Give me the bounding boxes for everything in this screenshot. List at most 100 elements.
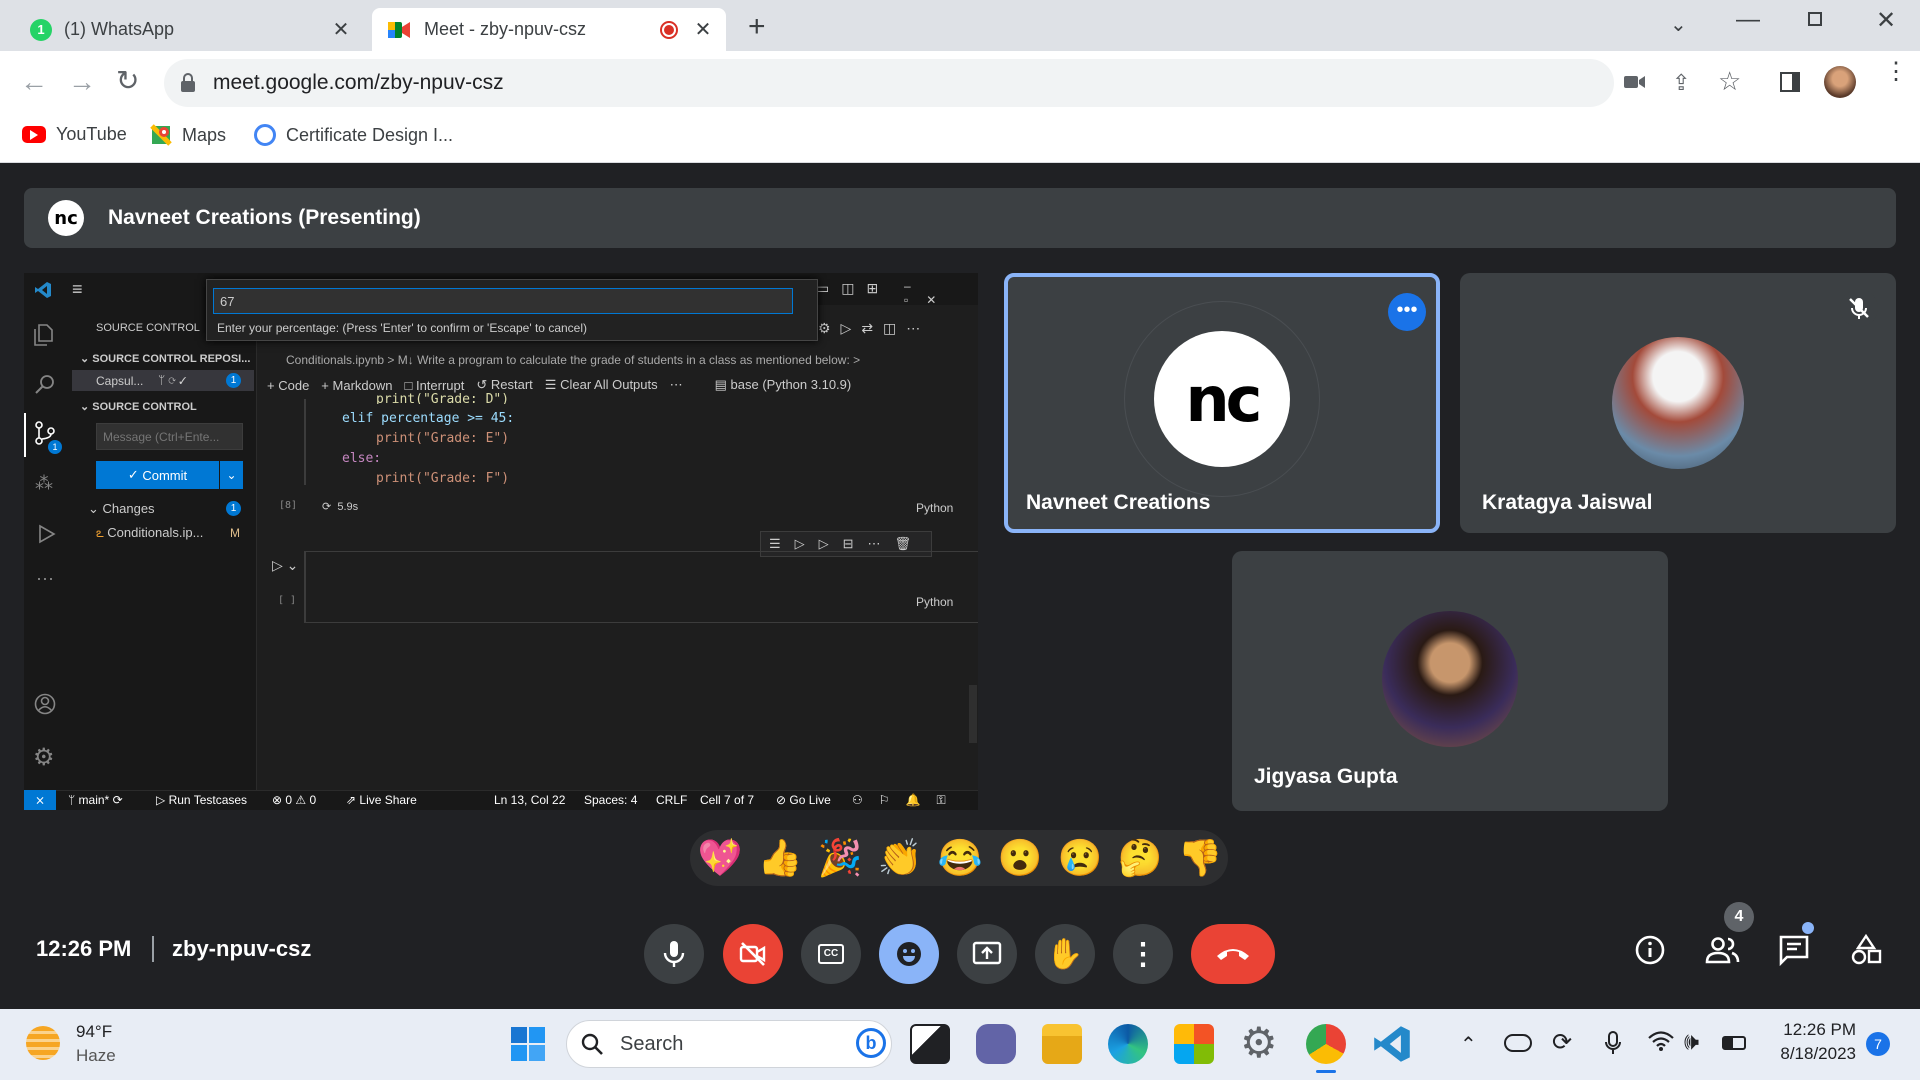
reaction-crying[interactable]: 😢 (1056, 834, 1104, 882)
status-spaces[interactable]: Spaces: 4 (584, 790, 637, 810)
chat-icon[interactable] (1778, 934, 1810, 966)
more-icon[interactable]: ⋯ (36, 569, 54, 590)
reload-button[interactable]: ↻ (116, 64, 139, 97)
bookmark-maps[interactable]: Maps (150, 124, 226, 146)
teams-chat-icon[interactable] (976, 1024, 1016, 1064)
clear-outputs-button[interactable]: ☰ Clear All Outputs (545, 377, 658, 393)
onedrive-icon[interactable] (1504, 1034, 1532, 1052)
close-icon[interactable]: ✕ (330, 19, 352, 41)
bookmark-youtube[interactable]: YouTube (22, 124, 127, 145)
activities-icon[interactable] (1850, 934, 1882, 966)
weather-icon[interactable] (26, 1026, 60, 1060)
extensions-graph-icon[interactable]: ⁂ (35, 473, 53, 494)
store-icon[interactable] (1174, 1024, 1214, 1064)
menu-icon[interactable]: ≡ (72, 279, 83, 300)
leave-call-button[interactable] (1191, 924, 1275, 984)
reaction-party-popper[interactable]: 🎉 (816, 834, 864, 882)
run-cell-icon[interactable]: ▷ ⌄ (272, 557, 298, 574)
participant-tile-jigyasa[interactable]: Jigyasa Gupta (1232, 551, 1668, 811)
cell-language[interactable]: Python (916, 501, 953, 515)
reaction-thinking[interactable]: 🤔 (1116, 834, 1164, 882)
profile-avatar[interactable] (1824, 66, 1856, 98)
tab-whatsapp[interactable]: 1 (1) WhatsApp ✕ (14, 8, 364, 51)
status-eol[interactable]: CRLF (656, 790, 687, 810)
quick-input-field[interactable] (213, 288, 793, 314)
forward-button[interactable]: → (68, 66, 96, 98)
raise-hand-button[interactable]: ✋ (1035, 924, 1095, 984)
reaction-surprised[interactable]: 😮 (996, 834, 1044, 882)
participant-tile-navneet[interactable]: nc ••• Navneet Creations (1004, 273, 1440, 533)
side-panel-icon[interactable] (1780, 72, 1800, 92)
new-tab-button[interactable]: + (748, 10, 766, 44)
settings-gear-icon[interactable]: ⚙ (33, 743, 55, 772)
commit-message-input[interactable] (96, 423, 243, 450)
taskbar-search-box[interactable] (566, 1020, 892, 1068)
scrollbar[interactable] (969, 685, 977, 743)
url-text[interactable]: meet.google.com/zby-npuv-csz (213, 71, 504, 95)
repos-section-header[interactable]: ⌄ SOURCE CONTROL REPOSI... (80, 352, 250, 365)
weather-desc[interactable]: Haze (76, 1046, 116, 1066)
kernel-picker[interactable]: ▤ base (Python 3.10.9) (715, 377, 852, 393)
lock-icon[interactable] (180, 73, 196, 93)
weather-temp[interactable]: 94°F (76, 1022, 112, 1042)
share-icon[interactable]: ⇪ (1672, 70, 1690, 96)
sync-icon[interactable]: ⟳ (1552, 1028, 1572, 1057)
run-debug-icon[interactable] (34, 523, 56, 545)
interrupt-button[interactable]: □ Interrupt (404, 378, 464, 393)
reaction-thumbs-down[interactable]: 👎 (1176, 834, 1224, 882)
close-window-button[interactable]: ✕ (1876, 6, 1896, 35)
restore-button[interactable] (1808, 12, 1822, 26)
status-liveshare[interactable]: ⇗ Live Share (346, 790, 417, 810)
editor-actions-icons[interactable]: ⚙▷⇄◫⋯ (818, 320, 930, 337)
meeting-details-icon[interactable] (1634, 934, 1666, 966)
minimize-button[interactable]: — (1736, 6, 1760, 34)
close-icon[interactable]: ✕ (692, 19, 714, 41)
changed-file-row[interactable]: ఽ Conditionals.ip... (96, 525, 203, 544)
add-markdown-cell-button[interactable]: + Markdown (321, 378, 392, 393)
sc-section-header[interactable]: ⌄ SOURCE CONTROL (80, 400, 197, 413)
tab-search-icon[interactable]: ⌄ (1670, 12, 1687, 37)
file-explorer-icon[interactable] (1042, 1024, 1082, 1064)
notification-badge[interactable]: 7 (1866, 1032, 1890, 1056)
edge-icon[interactable] (1108, 1024, 1148, 1064)
captions-button[interactable]: CC (801, 924, 861, 984)
more-options-button[interactable]: ⋮ (1113, 924, 1173, 984)
mic-button[interactable] (644, 924, 704, 984)
bing-icon[interactable]: b (856, 1028, 886, 1058)
search-icon[interactable] (34, 373, 56, 395)
commit-button[interactable]: ✓ Commit (96, 461, 219, 489)
commit-dropdown-button[interactable]: ⌄ (220, 461, 243, 489)
taskbar-time[interactable]: 12:26 PM (1780, 1020, 1856, 1040)
tray-chevron-icon[interactable]: ⌃ (1460, 1032, 1477, 1057)
settings-icon[interactable]: ⚙ (1240, 1018, 1278, 1067)
status-golive[interactable]: ⊘ Go Live (776, 790, 831, 810)
layout-icons[interactable]: ▭◫⊞ (816, 280, 890, 297)
status-branch[interactable]: ᛘ main* ⟳ (68, 790, 123, 810)
status-icons[interactable]: ⚇⚐🔔⚿ (852, 790, 962, 810)
camera-icon[interactable] (1624, 74, 1646, 90)
task-view-icon[interactable] (910, 1024, 950, 1064)
status-position[interactable]: Ln 13, Col 22 (494, 790, 565, 810)
windows-start-icon[interactable] (510, 1026, 546, 1062)
participant-tile-kratagya[interactable]: Kratagya Jaiswal (1460, 273, 1896, 533)
tray-mic-icon[interactable] (1604, 1030, 1622, 1056)
restart-button[interactable]: ↺ Restart (476, 377, 532, 393)
people-icon[interactable] (1704, 936, 1740, 966)
more-actions-icon[interactable]: ⋯ (670, 377, 683, 393)
bookmark-star-icon[interactable]: ☆ (1718, 66, 1741, 97)
reaction-clapping[interactable]: 👏 (876, 834, 924, 882)
reactions-button[interactable] (879, 924, 939, 984)
add-code-cell-button[interactable]: + Code (267, 378, 309, 393)
reaction-laughing[interactable]: 😂 (936, 834, 984, 882)
reaction-sparkling-heart[interactable]: 💖 (696, 834, 744, 882)
repo-actions[interactable]: ᛘ ⟳ ✓ (158, 373, 186, 387)
battery-icon[interactable] (1722, 1036, 1746, 1050)
tab-meet[interactable]: Meet - zby-npuv-csz ✕ (372, 8, 726, 51)
remote-indicator[interactable]: ⨯ (24, 790, 56, 810)
camera-off-button[interactable] (723, 924, 783, 984)
changes-header[interactable]: ⌄ Changes (88, 501, 155, 517)
cell-language[interactable]: Python (916, 595, 953, 609)
explorer-icon[interactable] (33, 323, 55, 347)
volume-icon[interactable]: 🕪 (1684, 1028, 1699, 1056)
window-controls[interactable]: –▫✕ (904, 279, 978, 307)
